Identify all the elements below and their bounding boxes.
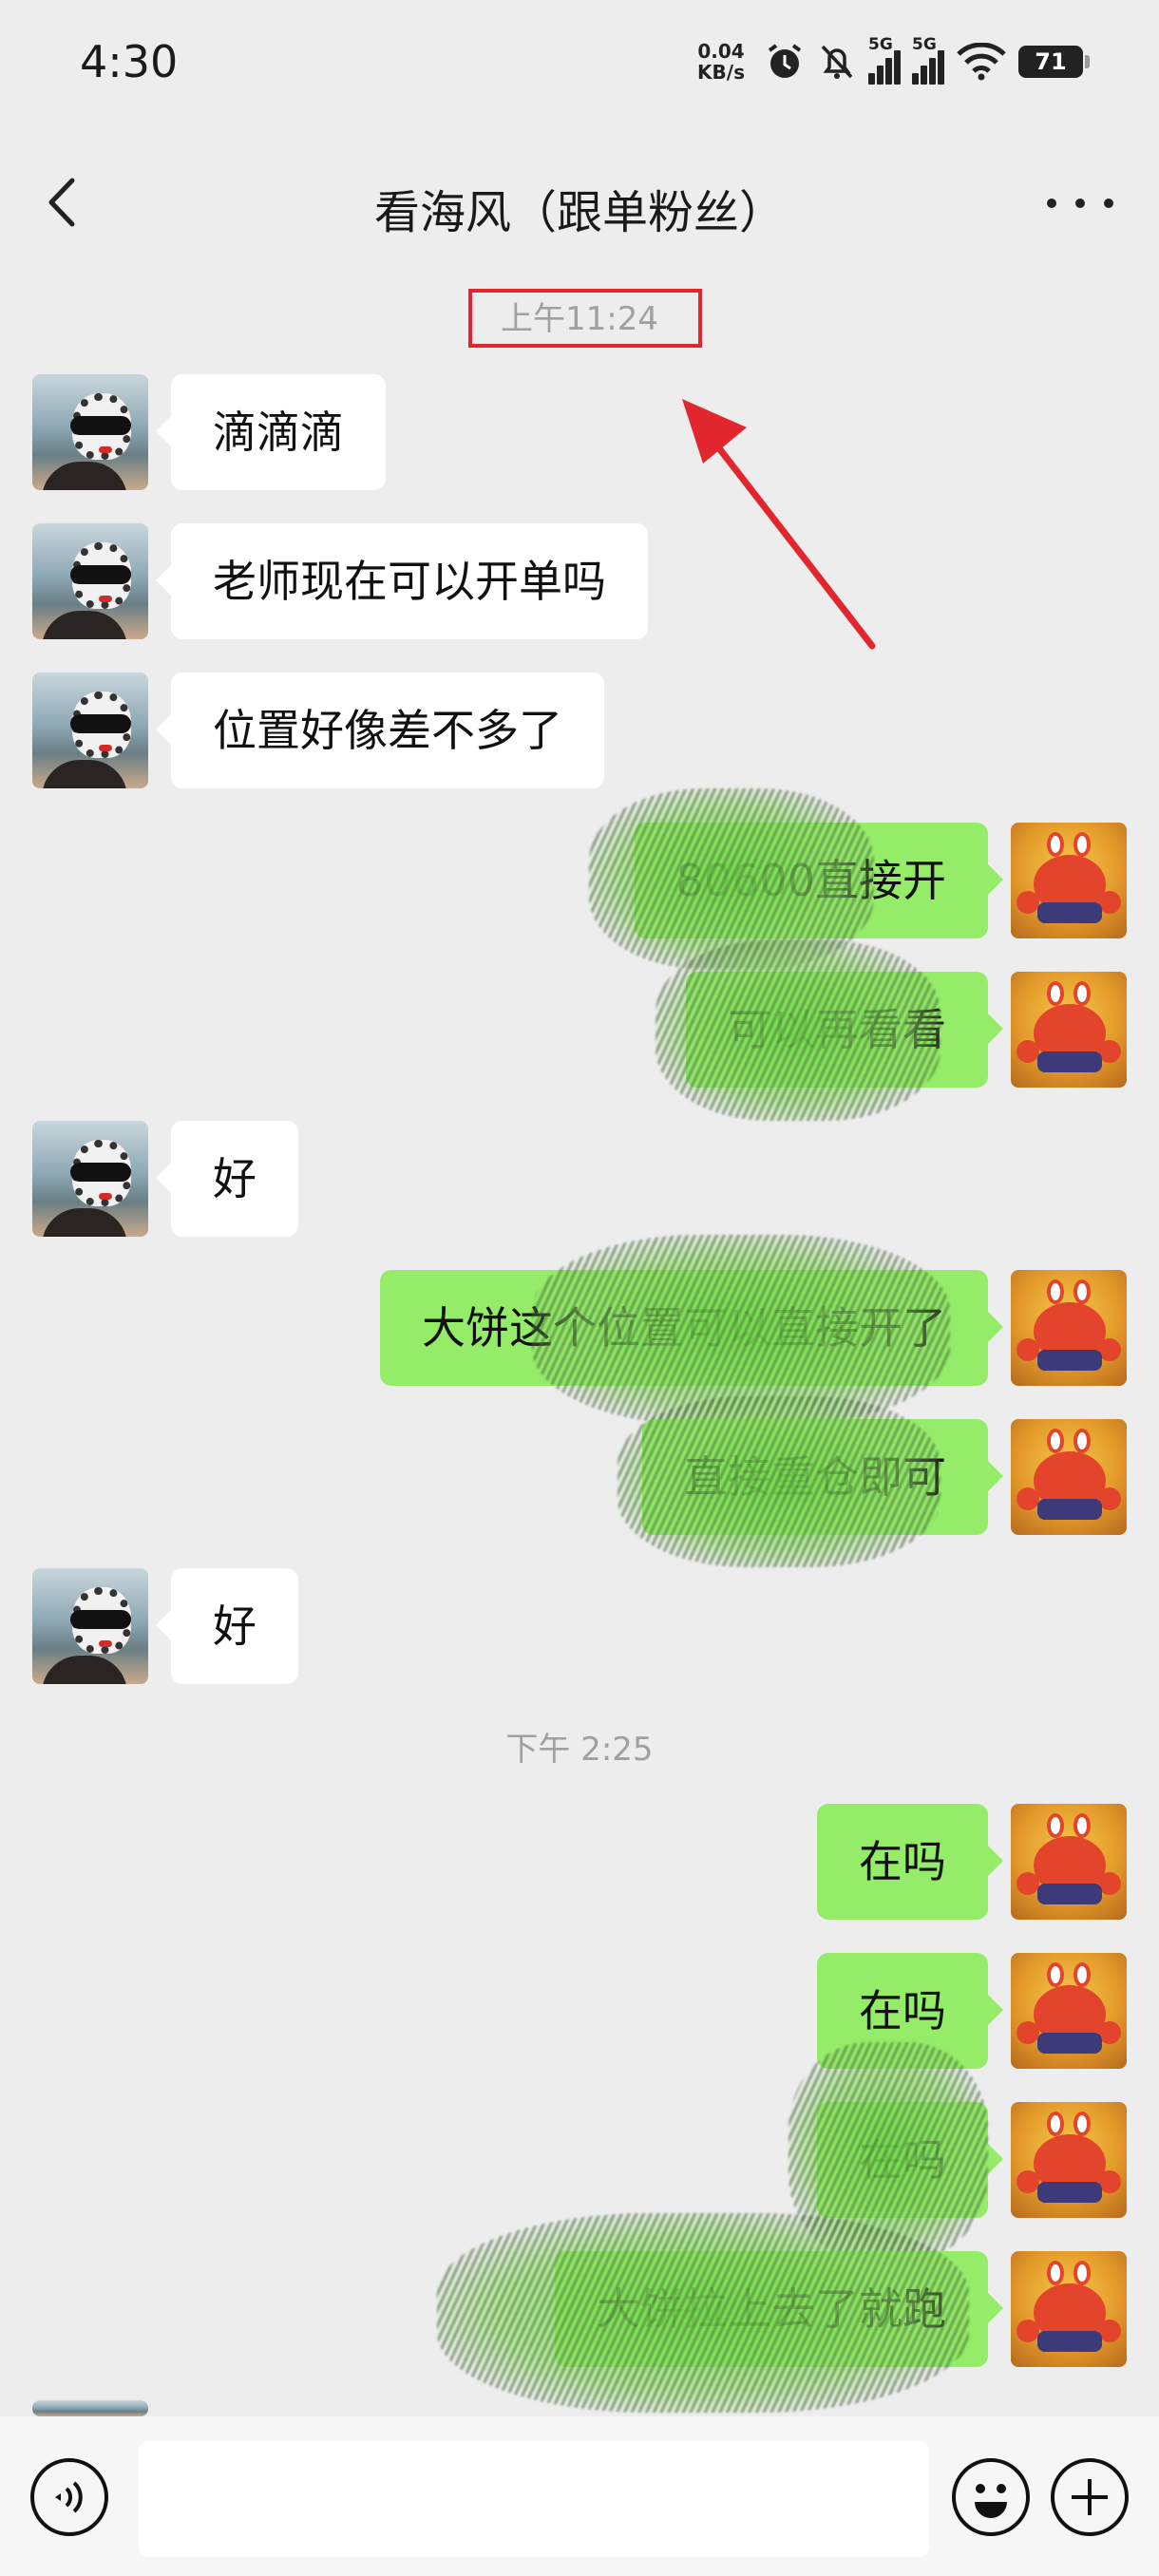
more-button[interactable] [1047, 180, 1113, 226]
emoji-icon [975, 2484, 1007, 2518]
message-bubble[interactable]: 大饼拉上去了就跑 [555, 2251, 1003, 2367]
chat-title: 看海风（跟单粉丝） [373, 186, 785, 239]
red-arrow [682, 399, 876, 650]
message-bubble[interactable]: 位置好像差不多了 [156, 672, 604, 788]
avatar[interactable] [32, 523, 148, 639]
net-speed-value: 0.04 [697, 40, 745, 63]
message-bubble[interactable]: 80600直接开 [634, 823, 1004, 938]
avatar[interactable] [1011, 2102, 1127, 2218]
status-bar: 4:30 0.04 KB/s 5G 5G 71 [0, 0, 1159, 123]
network-type-2: 5G [912, 35, 937, 54]
voice-icon [55, 2481, 83, 2513]
more-dots-icon [1047, 199, 1056, 208]
avatar[interactable] [1011, 972, 1127, 1088]
message-bubble[interactable]: 好 [156, 1121, 298, 1237]
message-bubble[interactable]: 直接重仓即可 [642, 1419, 1003, 1535]
net-speed: 0.04 KB/s [697, 41, 745, 83]
avatar[interactable] [1011, 1804, 1127, 1920]
input-bar [0, 2416, 1159, 2576]
message-bubble[interactable]: 在吗 [817, 1953, 1003, 2069]
message-bubble[interactable]: 滴滴滴 [156, 374, 386, 490]
alarm-icon [768, 44, 802, 78]
avatar[interactable] [1011, 1270, 1127, 1386]
plus-icon [1072, 2479, 1108, 2515]
message-bubble[interactable]: 老师现在可以开单吗 [156, 523, 648, 639]
emoji-button[interactable] [952, 2458, 1030, 2536]
avatar[interactable] [32, 672, 148, 788]
message-bubble[interactable]: 在吗 [817, 1804, 1003, 1920]
battery-icon: 71 [1018, 46, 1090, 78]
mute-bell-icon [821, 45, 853, 79]
avatar[interactable] [1011, 823, 1127, 938]
message-bubble[interactable]: 好 [156, 1568, 298, 1684]
plus-button[interactable] [1051, 2458, 1129, 2536]
signal-icon: 5G [868, 35, 901, 85]
wifi-icon [957, 43, 1006, 81]
avatar[interactable] [32, 2400, 148, 2416]
message-bubble[interactable]: 大饼这个位置可以直接开了 [380, 1270, 1003, 1386]
avatar[interactable] [1011, 2251, 1127, 2367]
signal-icon: 5G [912, 35, 944, 85]
avatar[interactable] [32, 1568, 148, 1684]
avatar[interactable] [1011, 1953, 1127, 2069]
timestamp: 下午 2:25 [505, 1731, 654, 1769]
voice-button[interactable] [30, 2458, 108, 2536]
status-icons: 0.04 KB/s 5G 5G 71 [697, 35, 1090, 87]
avatar[interactable] [1011, 1419, 1127, 1535]
battery-level: 71 [1035, 48, 1067, 75]
avatar[interactable] [32, 1121, 148, 1237]
message-bubble[interactable]: 可以再看看 [686, 972, 1003, 1088]
message-bubble[interactable]: 在吗 [817, 2102, 1003, 2218]
status-time: 4:30 [80, 36, 179, 87]
net-speed-unit: KB/s [697, 61, 745, 84]
highlight-box [468, 289, 702, 348]
message-input[interactable] [139, 2441, 929, 2557]
network-type-1: 5G [868, 35, 893, 54]
chat-header: 看海风（跟单粉丝） [0, 142, 1159, 262]
avatar[interactable] [32, 374, 148, 490]
